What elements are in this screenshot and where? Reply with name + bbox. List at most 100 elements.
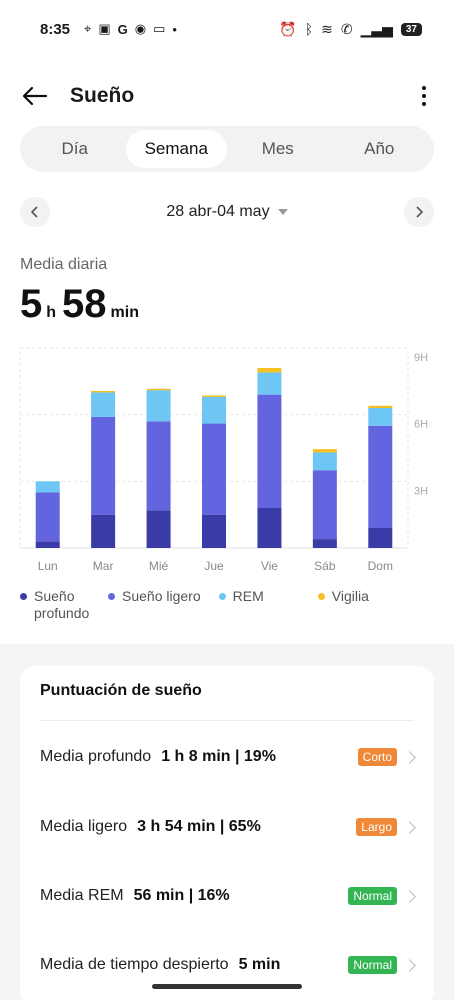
hours-unit: h — [46, 304, 57, 321]
legend-item-light: Sueño ligero — [108, 588, 201, 605]
x-tick-label: Lun — [38, 559, 58, 573]
status-badge: Normal — [348, 887, 397, 905]
bar-segment-sueño-profundo — [91, 514, 116, 548]
daily-average-value: 5 h 58 min — [20, 282, 145, 327]
page-title: Sueño — [70, 84, 135, 107]
row-value: 3 h 54 min | 65% — [137, 818, 261, 835]
previous-week-button[interactable] — [20, 197, 50, 227]
awake-dot-icon — [317, 593, 325, 600]
bar-segment-vigilia — [146, 388, 171, 391]
light-sleep-dot-icon — [108, 593, 115, 600]
status-badge: Normal — [348, 956, 397, 974]
legend-item-awake: Vigilia — [317, 588, 369, 605]
signal-icon: ▁▃▅ — [360, 20, 393, 37]
x-tick-label: Vie — [261, 559, 278, 573]
bar-segment-vigilia — [202, 395, 226, 397]
average-hours: 5 — [20, 282, 43, 326]
period-tabs: Día Semana Mes Año — [20, 126, 434, 172]
dot-icon: • — [172, 21, 177, 37]
bar-segment-sueño-profundo — [146, 510, 171, 548]
bar-segment-sueño-ligero — [91, 416, 116, 515]
x-tick-label: Sáb — [314, 559, 336, 573]
legend-label: REM — [232, 588, 264, 604]
row-value: 56 min | 16% — [133, 887, 230, 904]
row-label: Media profundo — [40, 748, 152, 765]
caret-down-icon — [277, 209, 288, 215]
score-row-light[interactable]: Media ligero 3 h 54 min | 65% Largo — [40, 812, 416, 842]
bar-segment-sueño-ligero — [146, 421, 171, 511]
bar-segment-vigilia — [91, 390, 116, 393]
tab-day[interactable]: Día — [24, 130, 126, 168]
score-row-rem[interactable]: Media REM 56 min | 16% Normal — [40, 881, 416, 911]
status-badge: Corto — [357, 748, 397, 766]
y-tick-label: 3H — [414, 485, 428, 497]
tab-week[interactable]: Semana — [125, 130, 227, 168]
bar-segment-sueño-profundo — [312, 539, 337, 548]
bar-segment-rem — [312, 452, 337, 471]
bar-segment-rem — [91, 392, 116, 417]
bar-segment-sueño-ligero — [312, 470, 337, 540]
daily-average-label: Media diaria — [20, 256, 108, 273]
bar-segment-rem — [35, 481, 60, 493]
bar-segment-sueño-ligero — [257, 394, 282, 508]
tab-month[interactable]: Mes — [227, 130, 329, 168]
legend-item-deep: Sueño profundo — [20, 588, 90, 622]
chevron-left-icon — [31, 206, 38, 218]
date-range-selector[interactable]: 28 abr-04 may — [166, 203, 288, 221]
sleep-score-card: Puntuación de sueño Media profundo 1 h 8… — [20, 666, 434, 1000]
g-icon: G — [117, 21, 128, 37]
video-icon: ▭ — [153, 21, 166, 36]
y-tick-label: 6H — [414, 419, 428, 431]
row-label: Media REM — [40, 887, 124, 904]
x-tick-label: Mar — [93, 559, 114, 573]
chevron-right-icon — [403, 958, 416, 972]
divider — [40, 720, 414, 721]
x-tick-label: Mié — [149, 559, 169, 573]
rem-dot-icon — [218, 593, 226, 600]
battery-icon: 37 — [400, 22, 422, 36]
x-tick-label: Dom — [368, 559, 393, 573]
tab-year[interactable]: Año — [329, 130, 431, 168]
record-icon: ◉ — [134, 21, 147, 36]
bar-segment-rem — [202, 396, 226, 424]
status-badge: Largo — [356, 818, 397, 836]
row-label: Media de tiempo despierto — [40, 956, 229, 973]
bar-segment-sueño-profundo — [368, 528, 393, 548]
x-tick-label: Jue — [204, 559, 224, 573]
next-week-button[interactable] — [403, 197, 434, 227]
back-arrow-icon[interactable] — [20, 81, 50, 111]
status-time: 8:35 — [40, 20, 71, 38]
bluetooth-icon: ᛒ — [304, 21, 314, 37]
bar-segment-vigilia — [312, 449, 337, 453]
deep-sleep-dot-icon — [20, 593, 27, 600]
bar-segment-rem — [368, 408, 393, 426]
location-icon: ⌖ — [84, 21, 92, 36]
bar-segment-sueño-profundo — [257, 508, 282, 548]
bar-segment-sueño-profundo — [202, 514, 226, 548]
chart-legend: Sueño profundo Sueño ligero REM Vigilia — [20, 588, 434, 628]
alarm-icon: ⏰ — [279, 20, 297, 37]
status-right-icons: ⏰ ᛒ ≋ ✆ ▁▃▅ 37 — [279, 21, 422, 38]
status-left-icons: ⌖ ▣ G ◉ ▭ • — [84, 21, 177, 37]
home-indicator[interactable] — [152, 984, 302, 989]
legend-label: Sueño ligero — [122, 588, 201, 604]
legend-label: Vigilia — [331, 588, 369, 604]
bar-segment-sueño-ligero — [368, 425, 393, 528]
chevron-right-icon — [403, 820, 416, 834]
minutes-unit: min — [110, 304, 139, 321]
score-row-awake[interactable]: Media de tiempo despierto 5 min Normal — [40, 950, 416, 980]
legend-label: Sueño profundo — [34, 588, 90, 621]
bar-segment-rem — [257, 372, 282, 395]
bar-segment-rem — [146, 390, 171, 422]
bar-segment-vigilia — [368, 405, 393, 408]
y-tick-label: 9H — [414, 352, 428, 364]
more-options-icon[interactable] — [414, 86, 434, 106]
sleep-stacked-bar-chart: 9H 6H 3H Lun Mar Mié Jue Vie Sáb Dom — [19, 347, 428, 573]
date-navigation: 28 abr-04 may — [20, 196, 434, 228]
card-title: Puntuación de sueño — [40, 682, 202, 699]
bar-segment-sueño-ligero — [35, 492, 60, 542]
score-row-deep[interactable]: Media profundo 1 h 8 min | 19% Corto — [40, 742, 416, 772]
legend-item-rem: REM — [218, 588, 264, 605]
average-minutes: 58 — [62, 282, 107, 326]
row-value: 1 h 8 min | 19% — [161, 748, 276, 765]
